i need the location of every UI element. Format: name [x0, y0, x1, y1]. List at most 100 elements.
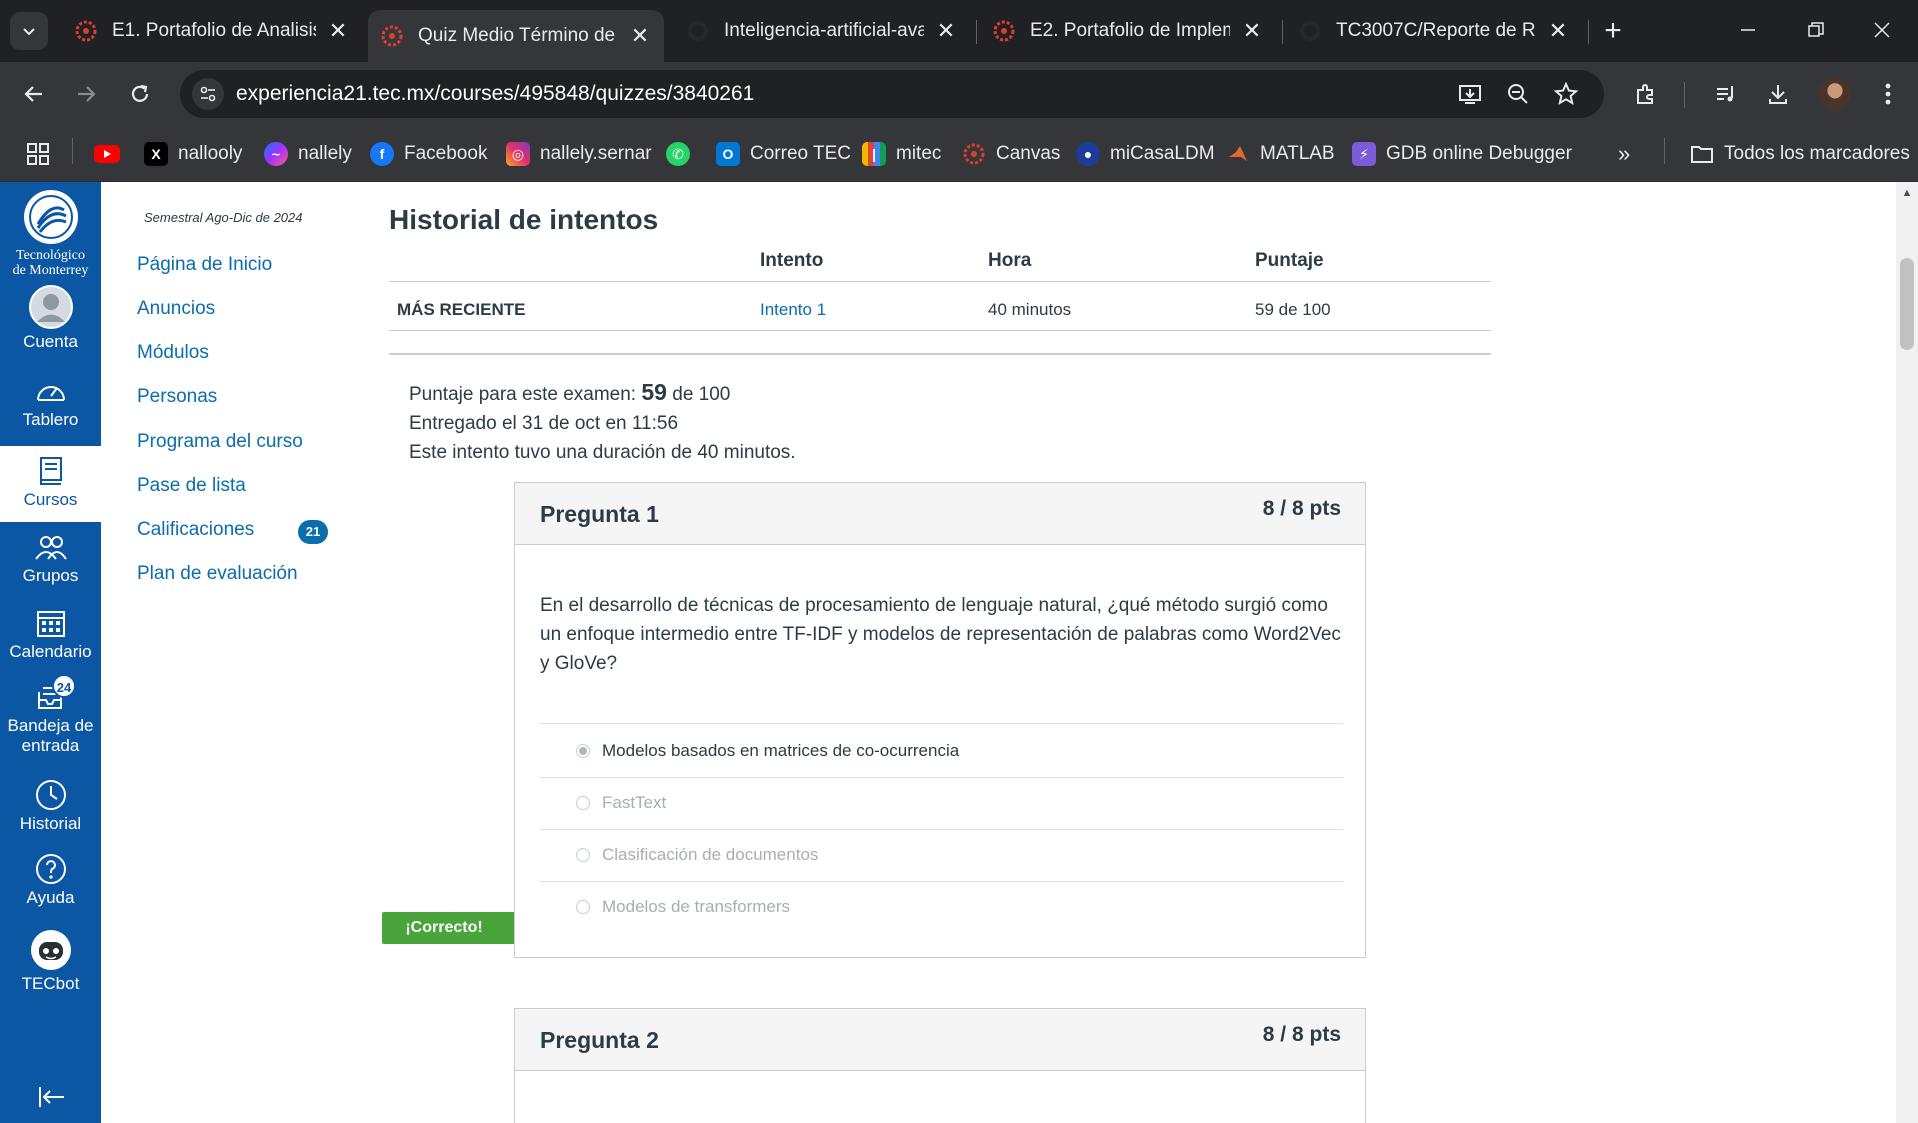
bookmark-mitec[interactable]: | mitec: [862, 138, 941, 170]
media-control-icon[interactable]: [1708, 76, 1744, 112]
global-nav-label: Cursos: [23, 490, 78, 509]
bookmark-gdb[interactable]: ⚡ GDB online Debugger: [1352, 138, 1572, 170]
dashboard-icon: [0, 372, 101, 410]
browser-tab-1[interactable]: E1. Portafolio de Analisis ✕: [62, 10, 362, 52]
attempt-link[interactable]: Intento 1: [760, 300, 826, 320]
global-nav-courses[interactable]: Cursos: [0, 446, 101, 522]
bookmark-label: Facebook: [404, 143, 488, 164]
github-icon: [1298, 19, 1322, 43]
course-nav-modules[interactable]: Módulos: [137, 342, 209, 364]
global-nav-calendar[interactable]: Calendario: [0, 604, 101, 678]
bookmark-matlab[interactable]: MATLAB: [1226, 138, 1335, 170]
course-nav-grades[interactable]: Calificaciones: [137, 519, 254, 541]
browser-tab-5[interactable]: TC3007C/Reporte de Ret ✕: [1286, 10, 1582, 52]
tab-title: E1. Portafolio de Analisis: [112, 20, 316, 41]
scrollbar-thumb[interactable]: [1900, 258, 1914, 350]
url-path: /courses/495848/quizzes/3840261: [434, 82, 755, 105]
close-icon[interactable]: ✕: [628, 23, 652, 48]
answer-option[interactable]: FastText: [540, 777, 1343, 829]
minimize-icon[interactable]: [1726, 12, 1770, 48]
close-window-icon[interactable]: [1860, 12, 1904, 48]
browser-toolbar: experiencia21.tec.mx/courses/495848/quiz…: [0, 62, 1918, 126]
course-nav-syllabus[interactable]: Programa del curso: [137, 431, 303, 453]
bookmark-correo-tec[interactable]: O Correo TEC: [716, 138, 851, 170]
scroll-up-arrow-icon[interactable]: ▲: [1896, 182, 1918, 204]
tec-seal-icon: [23, 190, 78, 244]
extensions-icon[interactable]: [1628, 76, 1664, 112]
tec-logo[interactable]: Tecnológico de Monterrey: [0, 186, 101, 286]
global-navigation: Tecnológico de Monterrey Cuenta Tablero …: [0, 182, 101, 1123]
download-icon[interactable]: [1760, 76, 1796, 112]
tab-title: E2. Portafolio de Impleme: [1030, 20, 1230, 41]
answer-option[interactable]: Modelos de transformers: [540, 881, 1343, 933]
reload-icon[interactable]: [122, 76, 158, 112]
global-nav-groups[interactable]: Grupos: [0, 528, 101, 602]
restore-icon[interactable]: [1794, 12, 1838, 48]
address-bar[interactable]: experiencia21.tec.mx/courses/495848/quiz…: [180, 70, 1604, 118]
back-arrow-icon[interactable]: [16, 76, 52, 112]
close-icon[interactable]: ✕: [1240, 18, 1264, 43]
course-nav-attendance[interactable]: Pase de lista: [137, 475, 246, 497]
course-nav-announcements[interactable]: Anuncios: [137, 298, 215, 320]
profile-avatar[interactable]: [1819, 78, 1851, 110]
browser-tab-2[interactable]: Quiz Medio Término de N ✕: [368, 10, 664, 62]
radio-selected[interactable]: [576, 744, 590, 758]
bookmark-instagram[interactable]: ◎ nallely.sernar: [506, 138, 652, 170]
bookmark-label: Correo TEC: [750, 143, 852, 164]
close-icon[interactable]: ✕: [326, 18, 350, 43]
global-nav-account[interactable]: Cuenta: [0, 285, 101, 362]
browser-tab-4[interactable]: E2. Portafolio de Impleme ✕: [980, 10, 1276, 52]
tab-search-button[interactable]: [10, 12, 48, 50]
answer-option[interactable]: Modelos basados en matrices de co-ocurre…: [540, 725, 1343, 777]
global-nav-inbox[interactable]: 24 Bandeja de entrada: [0, 674, 101, 776]
question-header: Pregunta 2 8 / 8 pts: [515, 1009, 1365, 1071]
global-nav-history[interactable]: Historial: [0, 776, 101, 850]
bookmark-x[interactable]: Xnallooly: [144, 138, 242, 170]
forward-arrow-icon[interactable]: [68, 76, 104, 112]
install-app-icon[interactable]: [1454, 78, 1486, 110]
site-info-icon[interactable]: [192, 78, 224, 110]
apps-grid-icon[interactable]: [26, 138, 50, 170]
collapse-nav-icon[interactable]: [36, 1082, 66, 1112]
bookmark-star-icon[interactable]: [1550, 78, 1582, 110]
all-bookmarks-folder[interactable]: Todos los marcadores: [1690, 138, 1910, 170]
bookmark-messenger[interactable]: ~ nallely: [264, 138, 352, 170]
course-nav-home[interactable]: Página de Inicio: [137, 254, 272, 276]
tab-title: Inteligencia-artificial-avar: [724, 20, 924, 41]
bookmark-micasaldm[interactable]: ● miCasaLDM: [1076, 138, 1215, 170]
new-tab-button[interactable]: +: [1596, 14, 1630, 48]
canvas-icon: [380, 24, 404, 48]
tab-separator: [1588, 20, 1589, 44]
zoom-icon[interactable]: [1502, 78, 1534, 110]
column-header-attempt: Intento: [760, 250, 824, 271]
whatsapp-icon: ✆: [666, 142, 690, 166]
global-nav-tecbot[interactable]: TECbot: [0, 926, 101, 1016]
column-header-score: Puntaje: [1255, 250, 1324, 271]
bookmark-canvas[interactable]: Canvas: [962, 138, 1060, 170]
radio-unselected[interactable]: [576, 796, 590, 810]
bookmark-label: MATLAB: [1260, 143, 1335, 164]
radio-unselected[interactable]: [576, 848, 590, 862]
bookmark-youtube[interactable]: [94, 138, 130, 170]
answer-option[interactable]: Clasificación de documentos: [540, 829, 1343, 881]
url-text: experiencia21.tec.mx/courses/495848/quiz…: [236, 70, 754, 118]
course-nav-evaluation-plan[interactable]: Plan de evaluación: [137, 563, 298, 585]
radio-unselected[interactable]: [576, 900, 590, 914]
close-icon[interactable]: ✕: [934, 18, 958, 43]
close-icon[interactable]: ✕: [1546, 18, 1570, 43]
calendar-icon: [0, 604, 101, 642]
global-nav-help[interactable]: Ayuda: [0, 850, 101, 924]
global-nav-label: Grupos: [22, 566, 79, 585]
browser-tab-3[interactable]: Inteligencia-artificial-avar ✕: [674, 10, 970, 52]
course-nav-people[interactable]: Personas: [137, 386, 217, 408]
more-menu-icon[interactable]: [1870, 76, 1906, 112]
browser-tab-bar: E1. Portafolio de Analisis ✕ Quiz Medio …: [0, 0, 1918, 62]
page-scrollbar[interactable]: ▲: [1896, 182, 1918, 1123]
canvas-icon: [962, 142, 986, 166]
bookmark-whatsapp[interactable]: ✆: [666, 138, 700, 170]
more-bookmarks-icon[interactable]: »: [1618, 138, 1630, 170]
bookmark-facebook[interactable]: f Facebook: [370, 138, 487, 170]
global-nav-dashboard[interactable]: Tablero: [0, 372, 101, 446]
correct-answer-flag: ¡Correcto!: [382, 912, 526, 944]
github-icon: [686, 19, 710, 43]
